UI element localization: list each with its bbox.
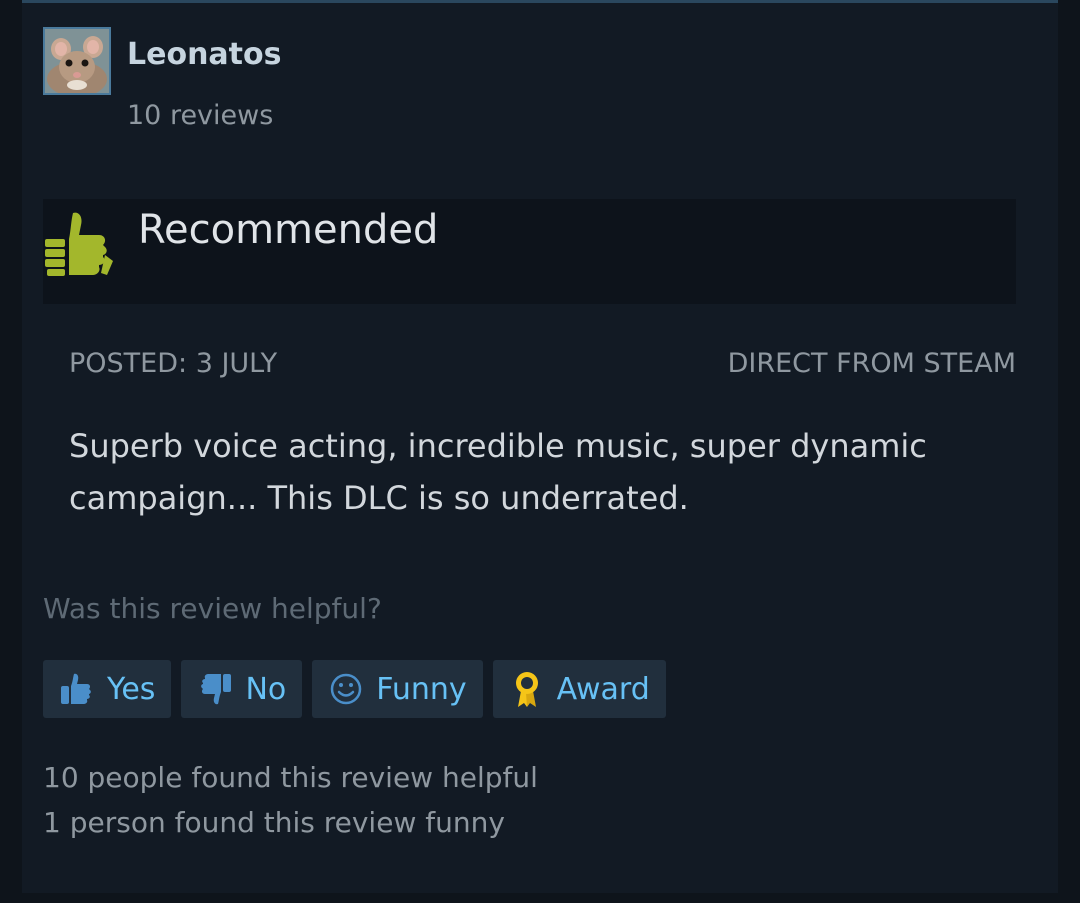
vote-funny-button[interactable]: Funny	[312, 660, 483, 718]
review-stats: 10 people found this review helpful 1 pe…	[43, 755, 538, 845]
award-icon	[507, 669, 547, 709]
vote-no-button[interactable]: No	[181, 660, 303, 718]
vote-no-label: No	[245, 671, 287, 707]
vote-funny-label: Funny	[376, 671, 467, 707]
author-review-count[interactable]: 10 reviews	[127, 100, 273, 131]
helpful-count: 10 people found this review helpful	[43, 761, 538, 794]
vote-buttons: Yes No Funny Award	[43, 660, 666, 718]
thumbs-down-icon	[195, 669, 235, 709]
review-body: Superb voice acting, incredible music, s…	[69, 427, 927, 517]
review-card: Leonatos 10 reviews Recommended Posted: …	[22, 0, 1058, 893]
verdict-label: Recommended	[138, 207, 439, 253]
author-name[interactable]: Leonatos	[127, 37, 281, 72]
thumbs-up-icon	[57, 669, 97, 709]
posted-date: Posted: 3 July	[69, 348, 278, 379]
smiley-icon	[326, 669, 366, 709]
award-button[interactable]: Award	[492, 660, 666, 718]
helpful-question: Was this review helpful?	[43, 592, 382, 625]
review-source: Direct from Steam	[727, 348, 1016, 379]
avatar[interactable]	[43, 27, 111, 95]
mouse-avatar-icon	[45, 29, 109, 93]
verdict-box: Recommended	[43, 199, 1016, 304]
funny-count: 1 person found this review funny	[43, 806, 505, 839]
award-label: Award	[556, 671, 650, 707]
thumbs-up-icon	[45, 212, 113, 276]
vote-yes-label: Yes	[107, 671, 156, 707]
vote-yes-button[interactable]: Yes	[43, 660, 172, 718]
